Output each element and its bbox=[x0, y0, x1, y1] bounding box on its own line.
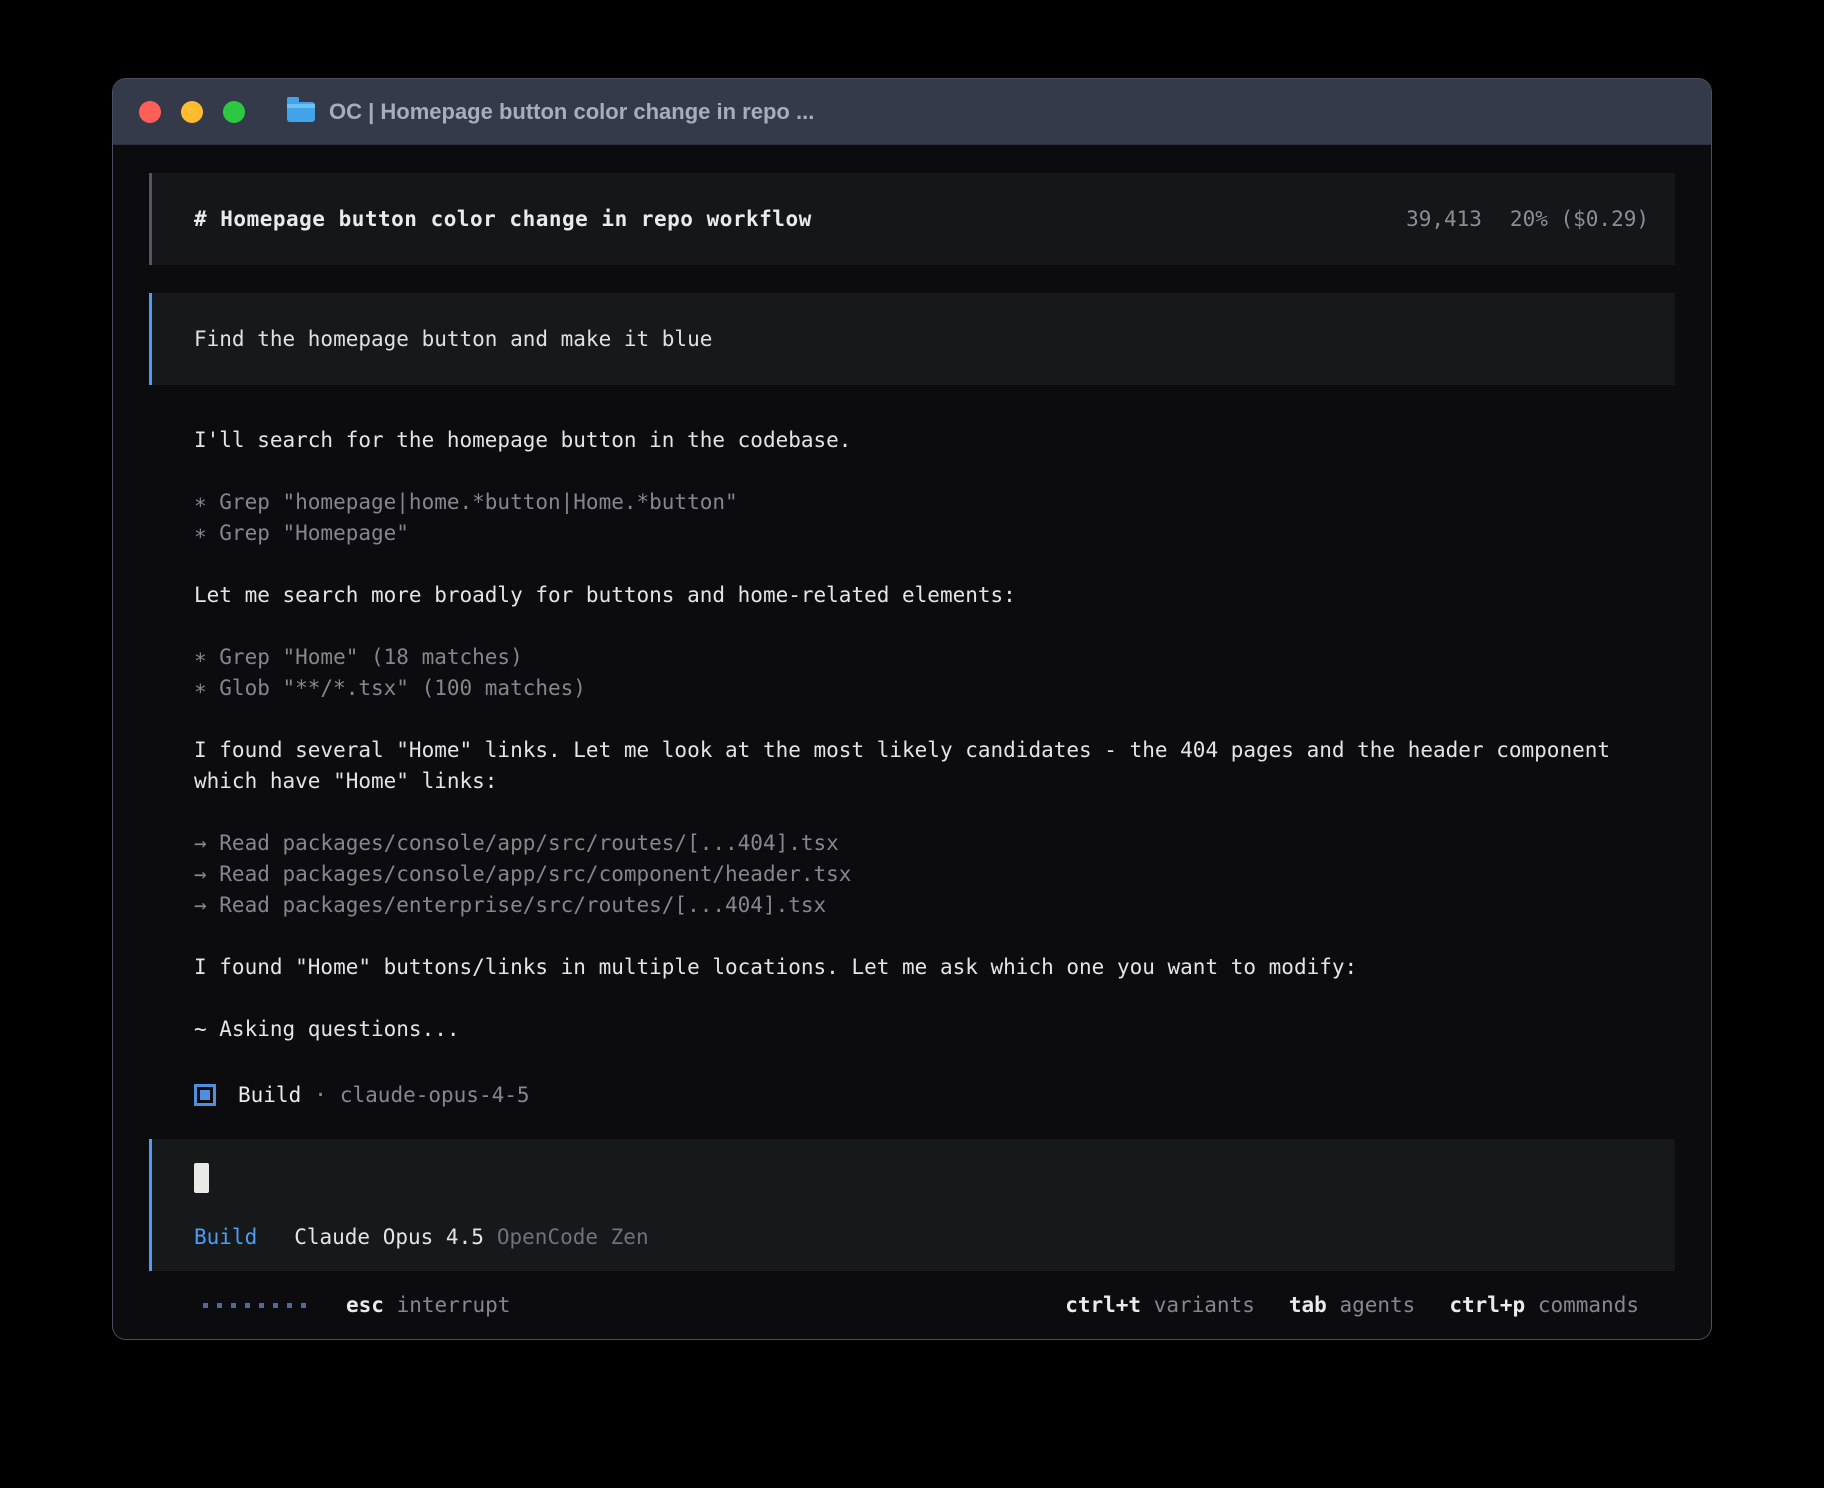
hint-commands: ctrl+p commands bbox=[1449, 1293, 1639, 1317]
hint-variants-label: variants bbox=[1154, 1293, 1255, 1317]
session-title: # Homepage button color change in repo w… bbox=[194, 207, 812, 231]
spinner-dot bbox=[273, 1303, 278, 1308]
provider-label: OpenCode Zen bbox=[497, 1225, 649, 1249]
hint-interrupt: esc interrupt bbox=[346, 1293, 510, 1317]
agent-indicator-row: Build · claude-opus-4-5 bbox=[149, 1076, 1675, 1113]
user-message-text: Find the homepage button and make it blu… bbox=[194, 327, 712, 351]
terminal-window: OC | Homepage button color change in rep… bbox=[112, 78, 1712, 1340]
agent-name: Build bbox=[238, 1083, 301, 1107]
prompt-input[interactable]: Build Claude Opus 4.5 OpenCode Zen bbox=[149, 1139, 1675, 1271]
tool-call-read: → Read packages/console/app/src/componen… bbox=[194, 859, 1675, 890]
assistant-text: Let me search more broadly for buttons a… bbox=[194, 580, 1675, 611]
agent-separator: · bbox=[314, 1083, 327, 1107]
assistant-text: I found "Home" buttons/links in multiple… bbox=[194, 952, 1675, 983]
hint-variants-key: ctrl+t bbox=[1065, 1293, 1141, 1317]
terminal-content: # Homepage button color change in repo w… bbox=[113, 145, 1711, 1340]
tool-call-group: ∗ Grep "Home" (18 matches) ∗ Glob "**/*.… bbox=[194, 642, 1675, 704]
status-bar: esc interrupt ctrl+t variants tab agents… bbox=[149, 1271, 1675, 1340]
working-spinner bbox=[203, 1303, 306, 1308]
spinner-dot bbox=[231, 1303, 236, 1308]
hint-commands-key: ctrl+p bbox=[1449, 1293, 1525, 1317]
agent-square-icon bbox=[194, 1084, 216, 1106]
spinner-dot bbox=[217, 1303, 222, 1308]
user-message: Find the homepage button and make it blu… bbox=[149, 293, 1675, 385]
spinner-dot bbox=[301, 1303, 306, 1308]
token-count: 39,413 bbox=[1406, 207, 1482, 231]
zoom-button[interactable] bbox=[223, 101, 245, 123]
hint-agents-label: agents bbox=[1339, 1293, 1415, 1317]
assistant-status: ~ Asking questions... bbox=[194, 1014, 1675, 1045]
folder-icon bbox=[287, 102, 315, 122]
spinner-dot bbox=[245, 1303, 250, 1308]
window-title: OC | Homepage button color change in rep… bbox=[329, 99, 814, 125]
mode-label[interactable]: Build bbox=[194, 1225, 257, 1249]
tool-call-group: → Read packages/console/app/src/routes/[… bbox=[194, 828, 1675, 921]
tool-call-grep: ∗ Grep "homepage|home.*button|Home.*butt… bbox=[194, 487, 1675, 518]
spinner-dot bbox=[203, 1303, 208, 1308]
tool-call-glob: ∗ Glob "**/*.tsx" (100 matches) bbox=[194, 673, 1675, 704]
session-header: # Homepage button color change in repo w… bbox=[149, 173, 1675, 265]
tool-call-grep: ∗ Grep "Home" (18 matches) bbox=[194, 642, 1675, 673]
tool-call-group: ∗ Grep "homepage|home.*button|Home.*butt… bbox=[194, 487, 1675, 549]
title-bar[interactable]: OC | Homepage button color change in rep… bbox=[113, 79, 1711, 145]
agent-model: claude-opus-4-5 bbox=[340, 1083, 530, 1107]
text-cursor bbox=[194, 1163, 209, 1193]
input-meta-row: Build Claude Opus 4.5 OpenCode Zen bbox=[194, 1225, 1649, 1249]
tool-call-read: → Read packages/console/app/src/routes/[… bbox=[194, 828, 1675, 859]
tool-call-grep: ∗ Grep "Homepage" bbox=[194, 518, 1675, 549]
traffic-lights bbox=[139, 101, 245, 123]
hint-interrupt-key: esc bbox=[346, 1293, 384, 1317]
assistant-text: I'll search for the homepage button in t… bbox=[194, 425, 1675, 456]
hint-agents-key: tab bbox=[1289, 1293, 1327, 1317]
spinner-dot bbox=[259, 1303, 264, 1308]
hints-right: ctrl+t variants tab agents ctrl+p comman… bbox=[1065, 1293, 1639, 1317]
hint-commands-label: commands bbox=[1538, 1293, 1639, 1317]
hint-agents: tab agents bbox=[1289, 1293, 1415, 1317]
spinner-dot bbox=[287, 1303, 292, 1308]
session-stats: 39,413 20% ($0.29) bbox=[1406, 207, 1649, 231]
hint-interrupt-label: interrupt bbox=[397, 1293, 511, 1317]
close-button[interactable] bbox=[139, 101, 161, 123]
model-label: Claude Opus 4.5 bbox=[294, 1225, 484, 1249]
hint-variants: ctrl+t variants bbox=[1065, 1293, 1255, 1317]
assistant-transcript: I'll search for the homepage button in t… bbox=[149, 425, 1675, 1076]
tool-call-read: → Read packages/enterprise/src/routes/[.… bbox=[194, 890, 1675, 921]
minimize-button[interactable] bbox=[181, 101, 203, 123]
assistant-text: I found several "Home" links. Let me loo… bbox=[194, 735, 1675, 797]
context-cost: 20% ($0.29) bbox=[1510, 207, 1649, 231]
